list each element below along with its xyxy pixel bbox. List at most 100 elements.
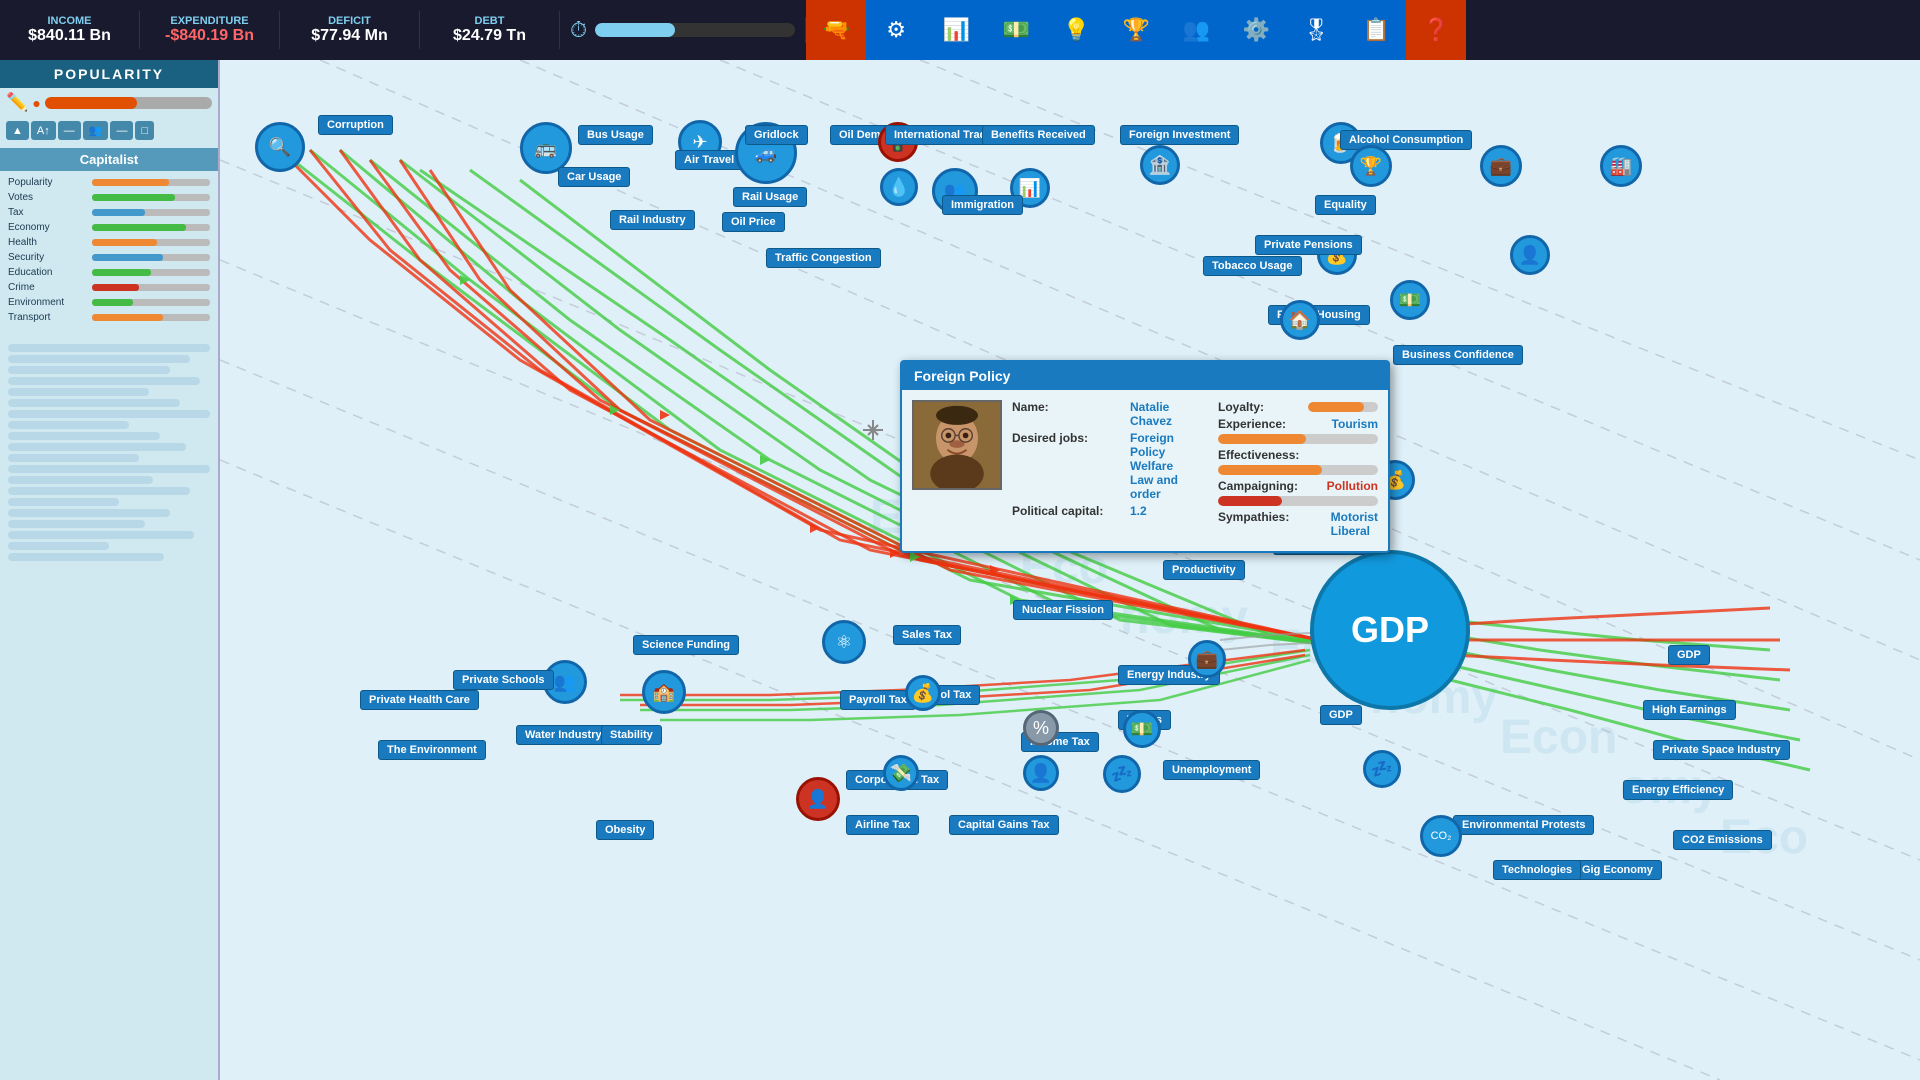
people-button[interactable]: ⚙ — [866, 0, 926, 60]
gdp-label[interactable]: GDP — [1320, 705, 1362, 725]
sort-box-btn[interactable]: □ — [135, 121, 154, 140]
medal-button[interactable]: 🎖 — [1286, 0, 1346, 60]
sort-alpha-btn[interactable]: A↑ — [31, 121, 56, 140]
benefits-label[interactable]: Benefits Received — [982, 125, 1095, 145]
co2-label[interactable]: Environmental Protests — [1453, 815, 1594, 835]
bg-watermark-nomy: nomy — [1120, 590, 1248, 645]
nuclear-circle[interactable]: ⚛ — [822, 620, 866, 664]
tr-circle1[interactable]: 🏆 — [1350, 145, 1392, 187]
productivity-label[interactable]: Productivity — [1163, 560, 1245, 580]
chart-button[interactable]: 📊 — [926, 0, 986, 60]
deficit-value: $77.94 Mn — [311, 27, 387, 45]
gdp-circle[interactable]: GDP — [1310, 550, 1470, 710]
tr-circle4[interactable]: 🏦 — [1140, 145, 1180, 185]
payroll-circle[interactable]: 💰 — [905, 675, 941, 711]
sidebar-group-row3: Tax — [0, 205, 218, 220]
corruption-label[interactable]: Corruption — [318, 115, 393, 135]
rail-usage-label[interactable]: Rail Usage — [733, 187, 807, 207]
unemp2-circle[interactable]: 💤 — [1363, 750, 1401, 788]
private-schools-circle[interactable]: 🏫 — [642, 670, 686, 714]
tr-circle2[interactable]: 💼 — [1480, 145, 1522, 187]
capital-gains-label[interactable]: Capital Gains Tax — [949, 815, 1059, 835]
popularity-header: POPULARITY — [0, 60, 218, 88]
stability-label[interactable]: Stability — [601, 725, 662, 745]
obesity-circle[interactable]: 👤 — [796, 777, 840, 821]
tr-circle3[interactable]: 🏭 — [1600, 145, 1642, 187]
income-circle[interactable]: % — [1023, 710, 1059, 746]
gridlock-label[interactable]: Gridlock — [745, 125, 808, 145]
deficit-block: DEFICIT $77.94 Mn — [280, 11, 420, 49]
sort-dash-btn[interactable]: — — [110, 121, 133, 140]
bulb-button[interactable]: 💡 — [1046, 0, 1106, 60]
airline-tax-label[interactable]: Airline Tax — [846, 815, 919, 835]
co2-circle[interactable]: CO₂ — [1420, 815, 1462, 857]
sort-bar-btn[interactable]: — — [58, 121, 81, 140]
energy-circle[interactable]: 💼 — [1188, 640, 1226, 678]
corp-circle[interactable]: 👤 — [1023, 755, 1059, 791]
topbar: INCOME $840.11 Bn EXPENDITURE -$840.19 B… — [0, 0, 1920, 60]
list-button[interactable]: 📋 — [1346, 0, 1406, 60]
traffic-congestion-label[interactable]: Traffic Congestion — [766, 248, 881, 268]
foreign-invest-label[interactable]: Foreign Investment — [1120, 125, 1239, 145]
income-block: INCOME $840.11 Bn — [0, 11, 140, 49]
sales-tax-label[interactable]: Sales Tax — [893, 625, 961, 645]
bus-usage-label[interactable]: Bus Usage — [578, 125, 653, 145]
private-pensions-label[interactable]: Private Pensions — [1255, 235, 1362, 255]
env-protests-label[interactable]: Energy Efficiency — [1623, 780, 1733, 800]
minister-portrait — [912, 400, 1002, 490]
air-travel-label[interactable]: Air Travel — [675, 150, 743, 170]
loyalty-row: Loyalty: — [1218, 400, 1378, 414]
science-funding-label[interactable]: Science Funding — [633, 635, 739, 655]
map-area: Economy Eco nomy Eco nomy Econ omy Eco — [220, 60, 1920, 1080]
airline-circle[interactable]: 💸 — [883, 755, 919, 791]
popup-right: Loyalty: Experience: Tourism Effectivene… — [1218, 400, 1378, 541]
rail-industry-label[interactable]: Rail Industry — [610, 210, 695, 230]
timer-bar — [595, 23, 795, 37]
sort-up-btn[interactable]: ▲ — [6, 121, 29, 140]
popularity-bar-row: ✏️ ● — [0, 88, 218, 117]
technologies-label[interactable]: Gig Economy — [1573, 860, 1662, 880]
campaigning-row: Campaigning: Pollution — [1218, 479, 1378, 493]
oil-price-label[interactable]: Oil Price — [722, 212, 785, 232]
crime-circle[interactable]: 🔍 — [255, 122, 305, 172]
private-space-label[interactable]: High Earnings — [1643, 700, 1736, 720]
tobacco-label[interactable]: Tobacco Usage — [1203, 256, 1302, 276]
gear-button[interactable]: ⚙️ — [1226, 0, 1286, 60]
energy-efficiency-label[interactable]: Private Space Industry — [1653, 740, 1790, 760]
nuclear-label[interactable]: Nuclear Fission — [1013, 600, 1113, 620]
private-schools-label[interactable]: Private Schools — [453, 670, 554, 690]
biz-confidence-label[interactable]: Business Confidence — [1393, 345, 1523, 365]
income-value: $840.11 Bn — [28, 27, 111, 45]
popup-name-row: Name: Natalie Chavez — [1012, 400, 1208, 428]
immigration-label[interactable]: Immigration — [942, 195, 1023, 215]
unemployment-circle[interactable]: 💤 — [1103, 755, 1141, 793]
equality-label[interactable]: Equality — [1315, 195, 1376, 215]
income-label: INCOME — [48, 15, 92, 27]
currency-label[interactable]: Technologies — [1493, 860, 1581, 880]
sort-people-btn[interactable]: 👥 — [83, 121, 109, 140]
water-industry-label[interactable]: Water Industry — [516, 725, 611, 745]
unemployment-label[interactable]: Unemployment — [1163, 760, 1260, 780]
gig-economy-label[interactable]: CO2 Emissions — [1673, 830, 1772, 850]
gun-button[interactable]: 🔫 — [806, 0, 866, 60]
experience-row: Experience: Tourism — [1218, 417, 1378, 431]
popup-title: Foreign Policy — [902, 362, 1388, 390]
sympathies-row: Sympathies: MotoristLiberal — [1218, 510, 1378, 538]
wages-circle[interactable]: 💵 — [1123, 710, 1161, 748]
tr-circle5[interactable]: 🏠 — [1280, 300, 1320, 340]
group-button[interactable]: 👥 — [1166, 0, 1226, 60]
sidebar-group-row: Popularity — [0, 175, 218, 190]
trophy-button[interactable]: 🏆 — [1106, 0, 1166, 60]
obesity-label[interactable]: Obesity — [596, 820, 654, 840]
tr-circle6[interactable]: 💵 — [1390, 280, 1430, 320]
private-hc-label[interactable]: Private Health Care — [360, 690, 479, 710]
car-usage-label[interactable]: Car Usage — [558, 167, 630, 187]
high-earnings-label[interactable]: GDP — [1668, 645, 1710, 665]
dollar-button[interactable]: 💵 — [986, 0, 1046, 60]
help-button[interactable]: ❓ — [1406, 0, 1466, 60]
oil-demand-circle[interactable]: 💧 — [880, 168, 918, 206]
expenditure-block: EXPENDITURE -$840.19 Bn — [140, 11, 280, 49]
environment-label[interactable]: The Environment — [378, 740, 486, 760]
sidebar-controls: ▲ A↑ — 👥 — □ — [0, 117, 218, 144]
tr-circle7[interactable]: 👤 — [1510, 235, 1550, 275]
